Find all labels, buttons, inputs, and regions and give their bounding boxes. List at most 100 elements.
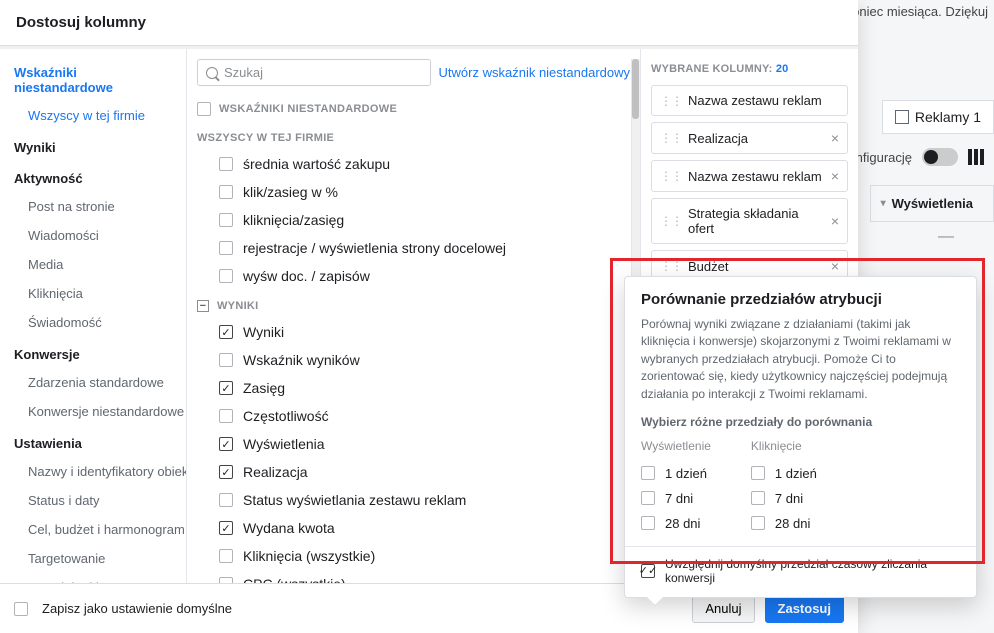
metric-label: Częstotliwość: [243, 408, 329, 424]
sidebar-item[interactable]: Post na stronie: [0, 192, 186, 221]
metric-row[interactable]: ✓Zasięg: [197, 374, 624, 402]
sidebar-item[interactable]: Zdarzenia standardowe: [0, 368, 186, 397]
metric-row[interactable]: ✓Wyniki: [197, 318, 624, 346]
metric-checkbox[interactable]: [219, 493, 233, 507]
metric-checkbox[interactable]: [219, 241, 233, 255]
selected-column[interactable]: ⋮⋮Realizacja×: [651, 122, 848, 154]
sidebar-item[interactable]: Nazwy i identyfikatory obiektów: [0, 457, 186, 486]
metric-checkbox[interactable]: ✓: [219, 437, 233, 451]
metric-checkbox[interactable]: [219, 185, 233, 199]
selected-column[interactable]: ⋮⋮Strategia składania ofert×: [651, 198, 848, 244]
selected-column[interactable]: ⋮⋮Nazwa zestawu reklam: [651, 85, 848, 116]
metric-checkbox[interactable]: [219, 409, 233, 423]
save-as-default-checkbox[interactable]: [14, 602, 28, 616]
include-default-checkbox[interactable]: ✓: [641, 564, 655, 578]
include-default-row[interactable]: ✓ Uwzględnij domyślny przedział czasowy …: [641, 557, 960, 585]
drag-handle-icon[interactable]: ⋮⋮: [660, 214, 682, 228]
metric-checkbox[interactable]: [219, 353, 233, 367]
sidebar-item[interactable]: Materiał reklamowy: [0, 573, 186, 583]
metric-row[interactable]: wyśw doc. / zapisów: [197, 262, 624, 290]
sidebar-item[interactable]: Wiadomości: [0, 221, 186, 250]
sidebar-item[interactable]: Konwersje niestandardowe: [0, 397, 186, 426]
metric-row[interactable]: ✓ Realizacja: [197, 458, 624, 486]
attribution-checkbox[interactable]: [641, 516, 655, 530]
tab-ads[interactable]: Reklamy 1: [882, 100, 994, 134]
metric-checkbox[interactable]: [219, 213, 233, 227]
metric-checkbox[interactable]: [219, 269, 233, 283]
metric-row[interactable]: rejestracje / wyświetlenia strony docelo…: [197, 234, 624, 262]
cancel-button[interactable]: Anuluj: [692, 594, 754, 623]
apply-button[interactable]: Zastosuj: [765, 594, 844, 623]
section-checkbox[interactable]: [197, 102, 211, 116]
attribution-comparison-popover: Porównanie przedziałów atrybucji Porówna…: [624, 276, 977, 598]
sidebar-category[interactable]: Konwersje: [0, 337, 186, 368]
search-placeholder: Szukaj: [224, 65, 263, 80]
sidebar-item[interactable]: Kliknięcia: [0, 279, 186, 308]
attribution-checkbox[interactable]: [641, 466, 655, 480]
metric-checkbox[interactable]: ✓: [219, 381, 233, 395]
config-toggle[interactable]: [922, 148, 958, 166]
metric-checkbox[interactable]: [219, 549, 233, 563]
sidebar-category[interactable]: Ustawienia: [0, 426, 186, 457]
attribution-option[interactable]: 1 dzień: [751, 461, 817, 486]
metric-row[interactable]: ✓Wydana kwota: [197, 514, 624, 542]
create-custom-metric-link[interactable]: Utwórz wskaźnik niestandardowy: [439, 65, 630, 80]
section-title: WSZYSCY W TEJ FIRMIE: [197, 132, 334, 144]
selected-column-label: Nazwa zestawu reklam: [688, 169, 822, 184]
metric-row[interactable]: średnia wartość zakupu: [197, 150, 624, 178]
sidebar-item[interactable]: Media: [0, 250, 186, 279]
metric-checkbox[interactable]: [219, 577, 233, 583]
column-header-label: Wyświetlenia: [892, 196, 973, 211]
search-input[interactable]: Szukaj: [197, 59, 431, 86]
section-header: WSKAŹNIKI NIESTANDARDOWE: [197, 92, 624, 122]
sidebar-category[interactable]: Wyniki: [0, 130, 186, 161]
remove-column-icon[interactable]: ×: [831, 258, 839, 274]
columns-icon[interactable]: [968, 149, 984, 165]
remove-column-icon[interactable]: ×: [831, 130, 839, 146]
attribution-option[interactable]: 28 dni: [641, 511, 711, 536]
attribution-checkbox[interactable]: [751, 491, 765, 505]
metric-checkbox[interactable]: [219, 157, 233, 171]
attribution-option[interactable]: 7 dni: [641, 486, 711, 511]
metric-row[interactable]: Status wyświetlania zestawu reklam: [197, 486, 624, 514]
metric-row[interactable]: Wskaźnik wyników: [197, 346, 624, 374]
metric-row[interactable]: klik/zasieg w %: [197, 178, 624, 206]
column-header-impressions[interactable]: ▾ Wyświetlenia: [870, 185, 994, 222]
attribution-checkbox[interactable]: [751, 466, 765, 480]
attribution-option[interactable]: 7 dni: [751, 486, 817, 511]
metric-row[interactable]: kliknięcia/zasięg: [197, 206, 624, 234]
metric-row[interactable]: Kliknięcia (wszystkie): [197, 542, 624, 570]
selected-column[interactable]: ⋮⋮ Nazwa zestawu reklam ×: [651, 160, 848, 192]
metric-row[interactable]: ✓Wyświetlenia: [197, 430, 624, 458]
metric-label: Realizacja: [243, 464, 308, 480]
collapse-icon[interactable]: −: [197, 300, 209, 312]
sidebar-item[interactable]: Świadomość: [0, 308, 186, 337]
sidebar-item[interactable]: Wszyscy w tej firmie: [0, 101, 186, 130]
section-header[interactable]: −WYNIKI: [197, 290, 624, 318]
remove-column-icon[interactable]: ×: [831, 213, 839, 229]
metric-checkbox[interactable]: ✓: [219, 465, 233, 479]
drag-handle-icon[interactable]: ⋮⋮: [660, 169, 682, 183]
drag-handle-icon[interactable]: ⋮⋮: [660, 94, 682, 108]
metric-row[interactable]: CPC (wszystkie): [197, 570, 624, 583]
popover-click-column: Kliknięcie 1 dzień7 dni28 dni: [751, 439, 817, 536]
metric-checkbox[interactable]: ✓: [219, 325, 233, 339]
attribution-option[interactable]: 1 dzień: [641, 461, 711, 486]
metric-checkbox[interactable]: ✓: [219, 521, 233, 535]
sidebar-category[interactable]: Aktywność: [0, 161, 186, 192]
drag-handle-icon[interactable]: ⋮⋮: [660, 131, 682, 145]
metric-row[interactable]: Częstotliwość: [197, 402, 624, 430]
attribution-checkbox[interactable]: [641, 491, 655, 505]
drag-handle-icon[interactable]: ⋮⋮: [660, 259, 682, 273]
metrics-scrollbar-thumb[interactable]: [632, 59, 639, 119]
sidebar-item[interactable]: Cel, budżet i harmonogram: [0, 515, 186, 544]
sidebar-category[interactable]: Wskaźniki niestandardowe: [0, 55, 186, 101]
sidebar-item[interactable]: Targetowanie: [0, 544, 186, 573]
attribution-option[interactable]: 28 dni: [751, 511, 817, 536]
sidebar-item[interactable]: Status i daty: [0, 486, 186, 515]
selected-title-text: WYBRANE KOLUMNY:: [651, 63, 773, 75]
tab-ads-label: Reklamy 1: [915, 109, 981, 125]
remove-column-icon[interactable]: ×: [831, 168, 839, 184]
bg-toolbar: nfigurację: [846, 140, 994, 174]
attribution-checkbox[interactable]: [751, 516, 765, 530]
